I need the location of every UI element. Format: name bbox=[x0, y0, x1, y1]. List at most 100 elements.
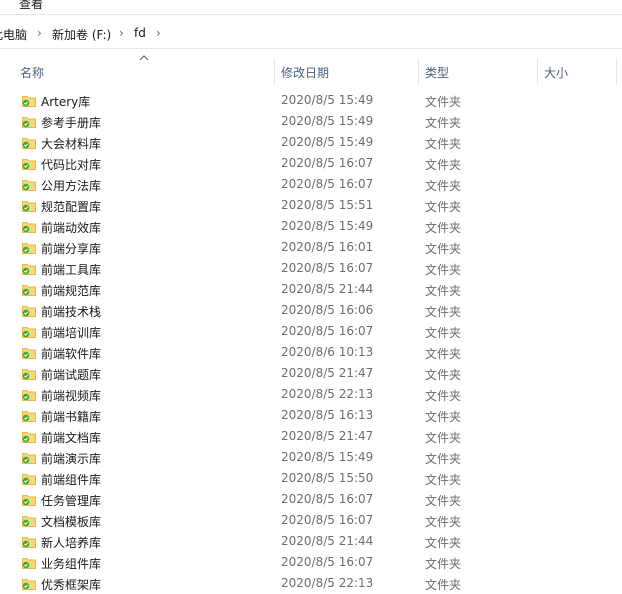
file-row[interactable]: 代码比对库 2020/8/5 16:07 文件夹 bbox=[0, 153, 622, 174]
file-name: 前端培训库 bbox=[41, 326, 102, 340]
file-modified: 2020/8/5 16:13 bbox=[281, 408, 374, 422]
file-row[interactable]: 前端试题库 2020/8/5 21:47 文件夹 bbox=[0, 363, 622, 384]
file-modified: 2020/8/5 16:07 bbox=[281, 261, 374, 275]
file-name: 前端演示库 bbox=[41, 452, 102, 466]
file-type: 文件夹 bbox=[425, 410, 462, 424]
file-row[interactable]: 规范配置库 2020/8/5 15:51 文件夹 bbox=[0, 195, 622, 216]
file-type: 文件夹 bbox=[425, 158, 462, 172]
file-row[interactable]: 公用方法库 2020/8/5 16:07 文件夹 bbox=[0, 174, 622, 195]
chevron-right-icon[interactable]: › bbox=[119, 26, 124, 40]
file-name: 前端分享库 bbox=[41, 242, 102, 256]
file-row[interactable]: 前端工具库 2020/8/5 16:07 文件夹 bbox=[0, 258, 622, 279]
column-divider[interactable] bbox=[537, 58, 538, 84]
file-type: 文件夹 bbox=[425, 263, 462, 277]
file-row[interactable]: 前端视频库 2020/8/5 22:13 文件夹 bbox=[0, 384, 622, 405]
folder-icon bbox=[22, 138, 36, 149]
file-name: 优秀框架库 bbox=[41, 578, 102, 592]
file-name: 大会材料库 bbox=[41, 137, 102, 151]
address-bar[interactable]: 此电脑 › 新加卷 (F:) › fd › bbox=[0, 20, 622, 49]
file-modified: 2020/8/5 15:49 bbox=[281, 450, 374, 464]
file-modified: 2020/8/5 15:49 bbox=[281, 93, 374, 107]
file-row[interactable]: 前端书籍库 2020/8/5 16:13 文件夹 bbox=[0, 405, 622, 426]
file-modified: 2020/8/5 22:13 bbox=[281, 576, 374, 590]
folder-icon bbox=[22, 558, 36, 569]
file-type: 文件夹 bbox=[425, 200, 462, 214]
file-modified: 2020/8/5 16:01 bbox=[281, 240, 374, 254]
file-type: 文件夹 bbox=[425, 473, 462, 487]
folder-icon bbox=[22, 243, 36, 254]
column-divider[interactable] bbox=[274, 58, 275, 84]
file-row[interactable]: 新人培养库 2020/8/5 21:44 文件夹 bbox=[0, 531, 622, 552]
folder-icon bbox=[22, 537, 36, 548]
file-row[interactable]: 大会材料库 2020/8/5 15:49 文件夹 bbox=[0, 132, 622, 153]
file-modified: 2020/8/5 16:06 bbox=[281, 303, 374, 317]
file-row[interactable]: 前端技术栈 2020/8/5 16:06 文件夹 bbox=[0, 300, 622, 321]
file-type: 文件夹 bbox=[425, 368, 462, 382]
file-name: 前端规范库 bbox=[41, 284, 102, 298]
file-name: 前端组件库 bbox=[41, 473, 102, 487]
file-row[interactable]: Artery库 2020/8/5 15:49 文件夹 bbox=[0, 90, 622, 111]
column-divider[interactable] bbox=[616, 58, 617, 84]
file-type: 文件夹 bbox=[425, 515, 462, 529]
file-row[interactable]: 前端分享库 2020/8/5 16:01 文件夹 bbox=[0, 237, 622, 258]
file-name: 前端试题库 bbox=[41, 368, 102, 382]
file-type: 文件夹 bbox=[425, 305, 462, 319]
breadcrumb-folder[interactable]: fd bbox=[134, 26, 146, 40]
file-name: 规范配置库 bbox=[41, 200, 102, 214]
folder-icon bbox=[22, 516, 36, 527]
file-type: 文件夹 bbox=[425, 536, 462, 550]
file-row[interactable]: 任务管理库 2020/8/5 16:07 文件夹 bbox=[0, 489, 622, 510]
file-row[interactable]: 前端动效库 2020/8/5 15:49 文件夹 bbox=[0, 216, 622, 237]
column-header-modified[interactable]: 修改日期 bbox=[281, 64, 329, 81]
column-header-type[interactable]: 类型 bbox=[425, 64, 449, 81]
chevron-right-icon[interactable]: › bbox=[37, 26, 42, 40]
file-modified: 2020/8/6 10:13 bbox=[281, 345, 374, 359]
file-type: 文件夹 bbox=[425, 95, 462, 109]
folder-icon bbox=[22, 180, 36, 191]
column-header-size[interactable]: 大小 bbox=[544, 64, 568, 81]
folder-icon bbox=[22, 495, 36, 506]
folder-icon bbox=[22, 285, 36, 296]
file-row[interactable]: 前端规范库 2020/8/5 21:44 文件夹 bbox=[0, 279, 622, 300]
file-row[interactable]: 文档模板库 2020/8/5 16:07 文件夹 bbox=[0, 510, 622, 531]
folder-icon bbox=[22, 390, 36, 401]
file-name: 前端技术栈 bbox=[41, 305, 102, 319]
file-modified: 2020/8/5 15:50 bbox=[281, 471, 374, 485]
file-type: 文件夹 bbox=[425, 347, 462, 361]
file-type: 文件夹 bbox=[425, 242, 462, 256]
file-row[interactable]: 前端软件库 2020/8/6 10:13 文件夹 bbox=[0, 342, 622, 363]
folder-icon bbox=[22, 222, 36, 233]
folder-icon bbox=[22, 201, 36, 212]
breadcrumb-this-pc[interactable]: 此电脑 bbox=[0, 26, 27, 43]
file-row[interactable]: 前端演示库 2020/8/5 15:49 文件夹 bbox=[0, 447, 622, 468]
folder-icon bbox=[22, 348, 36, 359]
file-row[interactable]: 业务组件库 2020/8/5 16:07 文件夹 bbox=[0, 552, 622, 573]
file-type: 文件夹 bbox=[425, 179, 462, 193]
file-name: 前端动效库 bbox=[41, 221, 102, 235]
file-row[interactable]: 优秀框架库 2020/8/5 22:13 文件夹 bbox=[0, 573, 622, 594]
column-header-name[interactable]: 名称 bbox=[20, 64, 44, 81]
file-name: Artery库 bbox=[41, 95, 91, 109]
file-name: 参考手册库 bbox=[41, 116, 102, 130]
folder-icon bbox=[22, 369, 36, 380]
file-modified: 2020/8/5 16:07 bbox=[281, 324, 374, 338]
chevron-right-icon[interactable]: › bbox=[156, 26, 161, 40]
file-type: 文件夹 bbox=[425, 137, 462, 151]
file-modified: 2020/8/5 22:13 bbox=[281, 387, 374, 401]
breadcrumb-drive[interactable]: 新加卷 (F:) bbox=[52, 26, 111, 43]
file-row[interactable]: 前端文档库 2020/8/5 21:47 文件夹 bbox=[0, 426, 622, 447]
file-row[interactable]: 前端培训库 2020/8/5 16:07 文件夹 bbox=[0, 321, 622, 342]
file-list: Artery库 2020/8/5 15:49 文件夹 参考手册库 2020/8/… bbox=[0, 90, 622, 594]
column-divider[interactable] bbox=[418, 58, 419, 84]
menu-view[interactable]: 查看 bbox=[19, 0, 43, 12]
folder-icon bbox=[22, 327, 36, 338]
file-type: 文件夹 bbox=[425, 284, 462, 298]
file-type: 文件夹 bbox=[425, 221, 462, 235]
file-type: 文件夹 bbox=[425, 452, 462, 466]
file-modified: 2020/8/5 21:47 bbox=[281, 366, 374, 380]
file-name: 业务组件库 bbox=[41, 557, 102, 571]
file-row[interactable]: 前端组件库 2020/8/5 15:50 文件夹 bbox=[0, 468, 622, 489]
file-modified: 2020/8/5 15:49 bbox=[281, 219, 374, 233]
file-row[interactable]: 参考手册库 2020/8/5 15:49 文件夹 bbox=[0, 111, 622, 132]
file-type: 文件夹 bbox=[425, 494, 462, 508]
